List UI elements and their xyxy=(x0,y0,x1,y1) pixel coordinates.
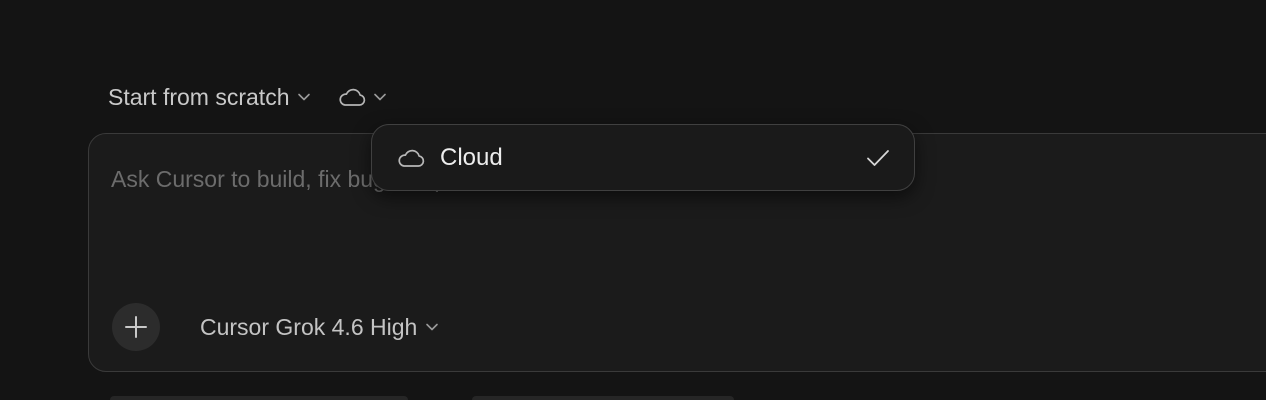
environment-dropdown[interactable] xyxy=(337,86,387,108)
add-context-button[interactable] xyxy=(112,303,160,351)
suggestion-chip xyxy=(110,396,408,400)
cloud-icon xyxy=(337,86,367,108)
environment-menu: Cloud xyxy=(371,124,915,191)
cloud-icon xyxy=(396,147,426,169)
menu-item-label: Cloud xyxy=(440,144,503,171)
menu-item-cloud[interactable]: Cloud xyxy=(372,125,914,190)
chevron-down-icon xyxy=(425,322,439,332)
checkmark-icon xyxy=(866,149,890,167)
agent-start-page: Start from scratch Cursor Grok 4.6 High xyxy=(0,0,1266,400)
suggestion-chip xyxy=(472,396,734,400)
composer-toolbar: Start from scratch xyxy=(108,80,387,114)
chevron-down-icon xyxy=(297,92,311,102)
model-label: Cursor Grok 4.6 High xyxy=(200,313,418,340)
model-dropdown[interactable]: Cursor Grok 4.6 High xyxy=(200,309,439,345)
chevron-down-icon xyxy=(373,92,387,102)
plus-icon xyxy=(124,315,148,339)
template-label: Start from scratch xyxy=(108,83,290,110)
template-dropdown[interactable]: Start from scratch xyxy=(108,84,311,111)
